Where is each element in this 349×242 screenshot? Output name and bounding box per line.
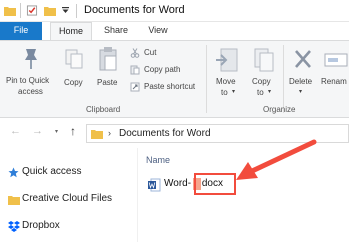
tab-file[interactable]: File: [0, 22, 42, 40]
pane-divider: [137, 148, 138, 242]
annotation-arrow: [236, 139, 317, 180]
sidebar-item-creative-cloud-files[interactable]: Creative Cloud Files: [22, 193, 112, 207]
sidebar-item-dropbox[interactable]: Dropbox: [22, 220, 60, 234]
move-to-label-line1: Move: [216, 77, 236, 86]
paste-label: Paste: [97, 78, 118, 87]
delete-label: Delete: [289, 77, 313, 86]
move-to-button[interactable]: Move to ▾: [210, 45, 244, 103]
copy-to-icon: [254, 48, 274, 72]
folder-icon: [91, 130, 103, 139]
breadcrumb-chevron-icon[interactable]: ›: [108, 128, 111, 138]
paste-button[interactable]: Paste: [92, 45, 124, 91]
copy-path-label: Copy path: [144, 65, 181, 74]
sidebar-item-quick-access[interactable]: Quick access: [22, 166, 81, 180]
folder-icon[interactable]: [4, 5, 16, 16]
title-bar: Documents for Word: [0, 0, 349, 22]
paste-icon: [99, 47, 117, 71]
paste-shortcut-label: Paste shortcut: [144, 82, 196, 91]
chevron-down-icon: ▾: [268, 89, 272, 95]
scissors-icon: [130, 48, 140, 58]
clipboard-group-label: Clipboard: [86, 105, 121, 114]
word-document-icon: [148, 178, 161, 192]
rename-button[interactable]: Renam: [320, 45, 349, 103]
copy-icon: [65, 49, 83, 69]
cut-button[interactable]: Cut: [128, 47, 202, 60]
pin-to-quick-access-button[interactable]: Pin to Quick access: [2, 45, 58, 103]
folder-icon: [8, 196, 20, 205]
properties-checkmark-icon[interactable]: [26, 5, 38, 16]
forward-arrow-icon[interactable]: →: [32, 125, 43, 137]
chevron-down-icon: ▾: [232, 89, 236, 95]
rename-icon: [324, 53, 348, 67]
navigation-pane: Quick access Creative Cloud Files Dropbo…: [0, 150, 132, 242]
recent-locations-chevron-icon[interactable]: ▾: [55, 128, 58, 135]
dropbox-icon: [8, 221, 20, 232]
copy-label: Copy: [64, 78, 83, 87]
back-arrow-icon[interactable]: ←: [10, 125, 21, 137]
star-icon: [8, 167, 19, 178]
new-folder-icon[interactable]: [44, 5, 56, 16]
copy-path-button[interactable]: Copy path: [128, 64, 202, 77]
customize-dropdown-icon[interactable]: [62, 7, 69, 14]
tab-home[interactable]: Home: [50, 22, 92, 40]
paste-shortcut-button[interactable]: Paste shortcut: [128, 81, 204, 94]
copy-to-button[interactable]: Copy to ▾: [246, 45, 280, 103]
cut-label: Cut: [144, 48, 157, 57]
copy-path-icon: [130, 65, 140, 75]
group-separator: [283, 45, 284, 113]
toolbar-separator: [20, 3, 21, 18]
address-path[interactable]: Documents for Word: [119, 128, 211, 139]
window-title: Documents for Word: [84, 4, 185, 16]
copy-to-label-line2: to: [257, 88, 264, 97]
move-to-icon: [216, 48, 238, 72]
pin-label-line1: Pin to Quick: [6, 76, 50, 85]
ribbon-tabs: File Home Share View: [0, 22, 349, 40]
file-name-prefix: Word-: [164, 178, 192, 189]
group-separator: [206, 45, 207, 113]
organize-group-label: Organize: [263, 105, 296, 114]
copy-to-label-line1: Copy: [252, 77, 271, 86]
rename-label: Renam: [321, 77, 347, 86]
paste-shortcut-icon: [130, 82, 140, 92]
pin-label-line2: access: [18, 87, 43, 96]
pin-icon: [25, 49, 37, 69]
tab-share[interactable]: Share: [98, 22, 134, 40]
copy-button[interactable]: Copy: [60, 45, 88, 91]
up-arrow-icon[interactable]: ↑: [70, 124, 76, 138]
move-to-label-line2: to: [221, 88, 228, 97]
chevron-down-icon: ▾: [299, 89, 303, 95]
title-separator: [76, 4, 77, 18]
delete-x-icon: [295, 50, 311, 68]
ribbon-home: Pin to Quick access Copy Paste Cut Copy …: [0, 40, 349, 118]
column-header-name[interactable]: Name: [146, 155, 170, 165]
delete-button[interactable]: Delete ▾: [286, 45, 318, 103]
tab-view[interactable]: View: [140, 22, 176, 40]
